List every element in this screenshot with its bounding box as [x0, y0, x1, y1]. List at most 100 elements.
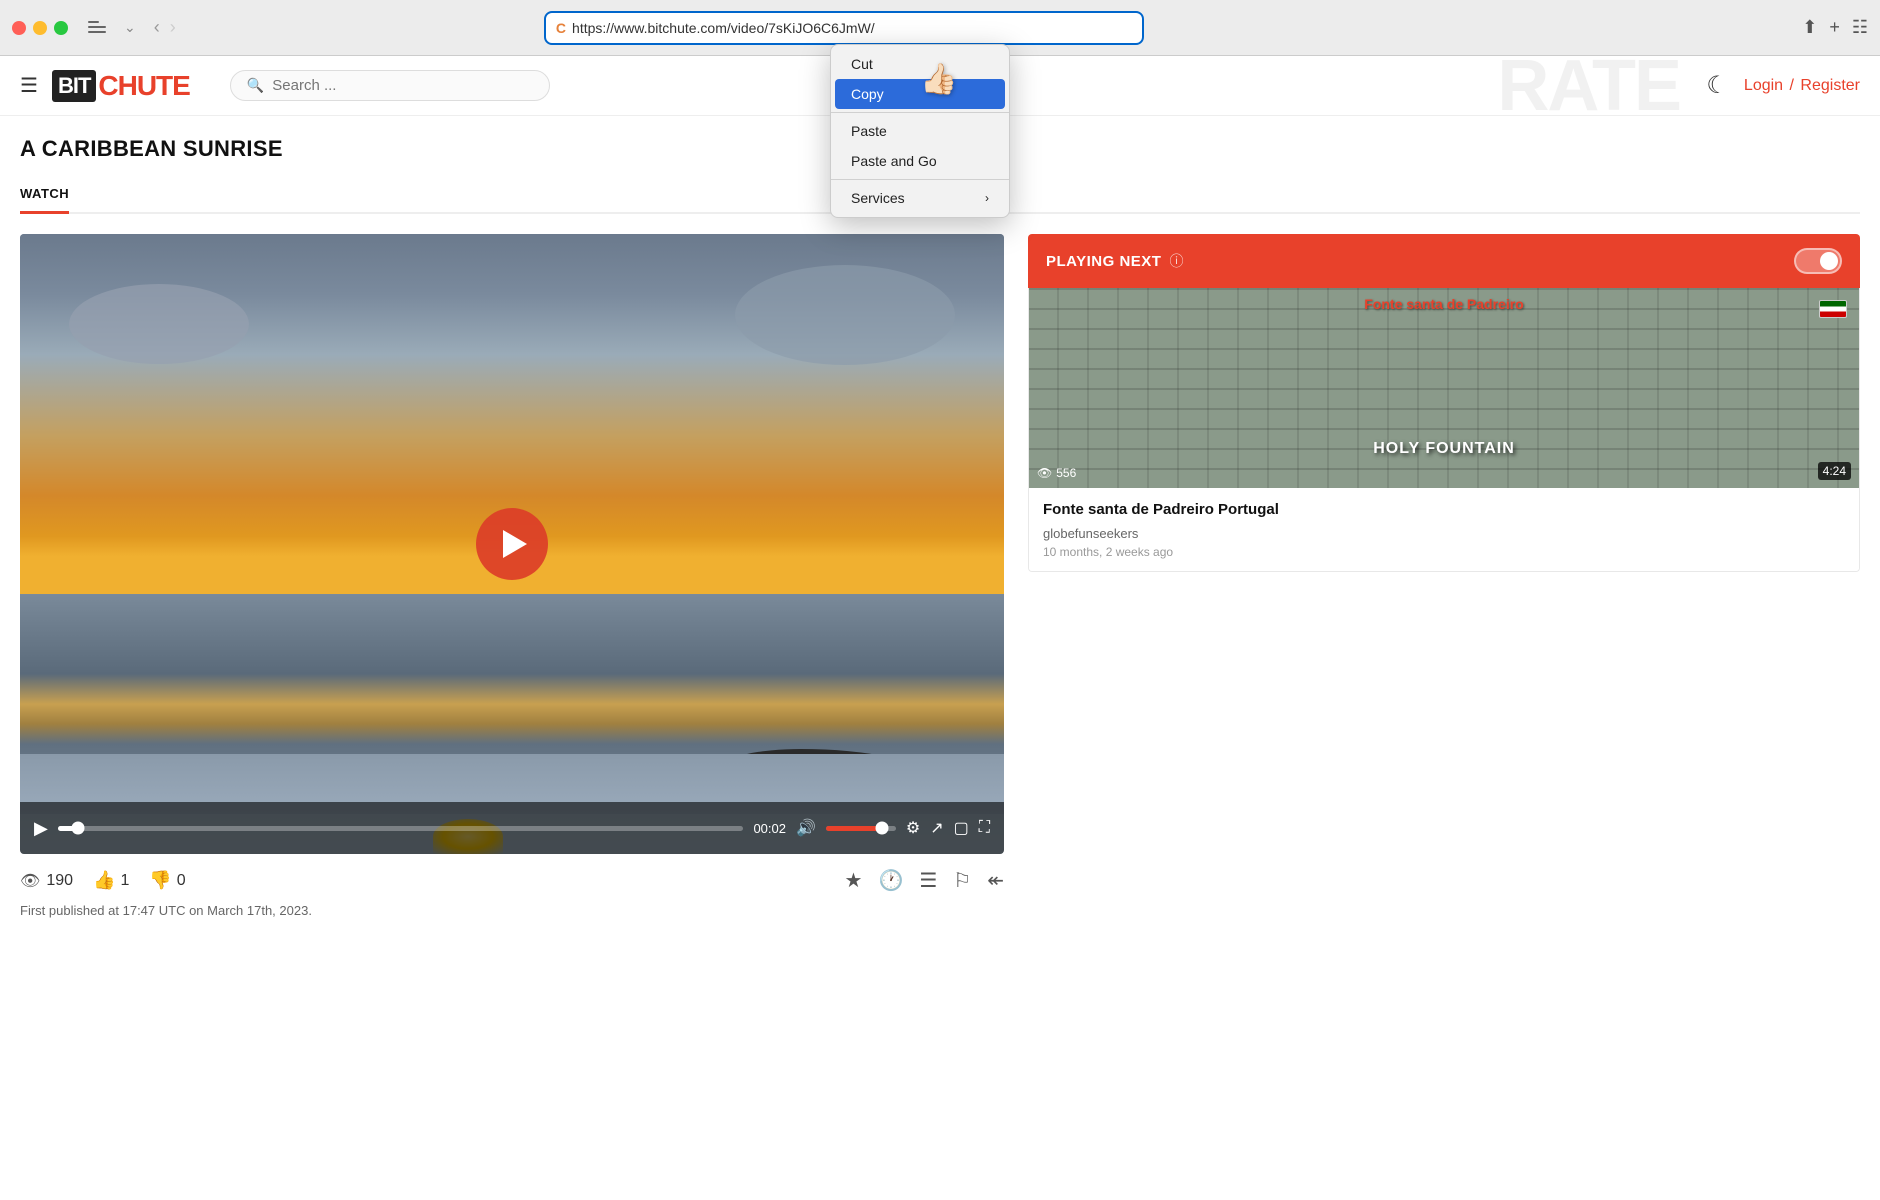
playing-next-header: PLAYING NEXT ⓘ — [1028, 234, 1860, 288]
video-player[interactable]: ▶ 00:02 🔊 ⚙ ↗ ▢ ⛶ — [20, 234, 1004, 854]
watch-tab[interactable]: WATCH — [20, 178, 69, 214]
thumbnail-bg — [1029, 288, 1859, 488]
search-icon: 🔍 — [247, 77, 264, 94]
play-icon — [503, 530, 527, 558]
watch-later-icon[interactable]: 🕐 — [878, 868, 903, 893]
logo-chute-text: CHUTE — [98, 70, 189, 102]
grid-view-button[interactable]: ☷ — [1852, 17, 1868, 38]
card-time: 10 months, 2 weeks ago — [1043, 545, 1845, 559]
address-bar[interactable]: C https://www.bitchute.com/video/7sKiJO6… — [544, 11, 1144, 45]
card-info: Fonte santa de Padreiro Portugal globefu… — [1029, 488, 1859, 571]
header-bg-decoration: RATE — [1497, 56, 1680, 115]
video-cloud-right — [735, 265, 955, 365]
register-link[interactable]: Register — [1800, 77, 1860, 94]
sidebar-toggle-button[interactable] — [84, 17, 110, 39]
toggle-knob — [1820, 252, 1838, 270]
progress-bar[interactable] — [58, 826, 744, 831]
browser-right-controls: ⬆ + ☷ — [1802, 17, 1868, 38]
sidebar: PLAYING NEXT ⓘ Fonte santa de Padreiro H… — [1028, 234, 1860, 928]
thumbnail-stone-wall — [1029, 288, 1859, 488]
logo-bit-text: BIT — [52, 70, 96, 102]
context-cut[interactable]: Cut — [835, 49, 1005, 79]
forward-button[interactable]: › — [166, 13, 180, 42]
next-video-card[interactable]: Fonte santa de Padreiro HOLY FOUNTAIN 👁 … — [1028, 288, 1860, 572]
thumbnail-views-badge: 👁 556 — [1037, 466, 1076, 480]
context-menu: Cut Copy Paste Paste and Go Services › — [830, 44, 1010, 218]
playing-next-title: PLAYING NEXT — [1046, 253, 1161, 270]
new-tab-button[interactable]: + — [1829, 17, 1840, 38]
bookmark-icon[interactable]: ★ — [845, 868, 863, 893]
search-bar[interactable]: 🔍 — [230, 70, 550, 101]
share-button[interactable]: ⬆ — [1802, 17, 1817, 38]
close-window-button[interactable] — [12, 21, 26, 35]
card-channel: globefunseekers — [1043, 526, 1845, 541]
time-display: 00:02 — [753, 821, 786, 836]
thumbnail-flag — [1819, 300, 1847, 318]
search-input[interactable] — [272, 77, 533, 94]
thumbs-up-icon[interactable]: 👍 — [93, 870, 115, 891]
playlist-icon[interactable]: ☰ — [919, 868, 937, 893]
playing-next-info-icon: ⓘ — [1169, 251, 1183, 271]
play-button[interactable] — [476, 508, 548, 580]
video-controls: ▶ 00:02 🔊 ⚙ ↗ ▢ ⛶ — [20, 802, 1004, 854]
dislike-section: 👎 0 — [149, 870, 185, 891]
context-copy[interactable]: Copy — [835, 79, 1005, 109]
browser-icon: C — [556, 20, 566, 36]
action-icons: ★ 🕐 ☰ ⚐ ↞ — [845, 868, 1004, 893]
autoplay-toggle[interactable] — [1794, 248, 1842, 274]
card-video-title: Fonte santa de Padreiro Portugal — [1043, 500, 1845, 520]
context-paste-go[interactable]: Paste and Go — [835, 146, 1005, 176]
maximize-window-button[interactable] — [54, 21, 68, 35]
minimize-window-button[interactable] — [33, 21, 47, 35]
browser-chrome: ⌄ ‹ › C https://www.bitchute.com/video/7… — [0, 0, 1880, 56]
share-video-button[interactable]: ↗ — [930, 818, 943, 838]
context-services[interactable]: Services › — [835, 183, 1005, 213]
volume-thumb — [875, 822, 888, 835]
thumbs-down-icon[interactable]: 👎 — [149, 870, 171, 891]
thumbnail-duration: 4:24 — [1818, 462, 1851, 480]
video-container: ▶ 00:02 🔊 ⚙ ↗ ▢ ⛶ — [20, 234, 1004, 928]
page-content: A CARIBBEAN SUNRISE WATCH ▶ — [0, 116, 1880, 928]
dislikes-count: 0 — [177, 872, 186, 890]
thumbnail-views-count: 556 — [1056, 466, 1076, 480]
volume-bar[interactable] — [826, 826, 896, 831]
thumbnail-video-title: Fonte santa de Padreiro — [1029, 296, 1859, 312]
header-right-controls: ☾ Login / Register — [1706, 71, 1860, 100]
video-cloud-left — [69, 284, 249, 364]
playing-next-info: PLAYING NEXT ⓘ — [1046, 251, 1183, 271]
video-meta: 👁 190 👍 1 👎 0 ★ 🕐 ☰ ⚐ ↞ — [20, 854, 1004, 903]
back-button[interactable]: ‹ — [150, 13, 164, 42]
views-number: 190 — [46, 872, 73, 890]
context-paste[interactable]: Paste — [835, 116, 1005, 146]
login-register-divider: / — [1790, 77, 1799, 94]
likes-count: 1 — [120, 872, 129, 890]
fullscreen-button[interactable]: ⛶ — [979, 819, 990, 837]
volume-fill — [826, 826, 882, 831]
flag-icon[interactable]: ⚐ — [953, 868, 971, 893]
views-count: 👁 190 — [20, 871, 73, 891]
login-register-links: Login / Register — [1744, 77, 1860, 95]
url-text: https://www.bitchute.com/video/7sKiJO6C6… — [572, 20, 1132, 36]
thumbnail-subtitle: HOLY FOUNTAIN — [1029, 440, 1859, 458]
hamburger-menu-button[interactable]: ☰ — [20, 73, 38, 98]
like-section: 👍 1 — [93, 870, 129, 891]
eye-icon: 👁 — [20, 871, 40, 891]
dark-mode-toggle[interactable]: ☾ — [1706, 71, 1728, 100]
volume-icon[interactable]: 🔊 — [796, 818, 816, 838]
login-link[interactable]: Login — [1744, 77, 1783, 94]
progress-thumb — [72, 822, 85, 835]
published-text: First published at 17:47 UTC on March 17… — [20, 903, 1004, 928]
share-icon[interactable]: ↞ — [987, 868, 1004, 893]
sidebar-toggle-icon — [88, 21, 106, 35]
nav-arrows: ‹ › — [150, 13, 180, 42]
services-arrow-icon: › — [985, 191, 989, 205]
play-pause-button[interactable]: ▶ — [34, 818, 48, 839]
main-layout: ▶ 00:02 🔊 ⚙ ↗ ▢ ⛶ — [20, 234, 1860, 928]
thumbnail-eye-icon: 👁 — [1037, 466, 1052, 480]
traffic-lights — [12, 21, 68, 35]
site-logo[interactable]: BIT CHUTE — [52, 70, 190, 102]
settings-button[interactable]: ⚙ — [906, 818, 920, 838]
expand-icon[interactable]: ⌄ — [120, 15, 140, 40]
pip-button[interactable]: ▢ — [954, 818, 969, 838]
context-divider-1 — [831, 112, 1009, 113]
